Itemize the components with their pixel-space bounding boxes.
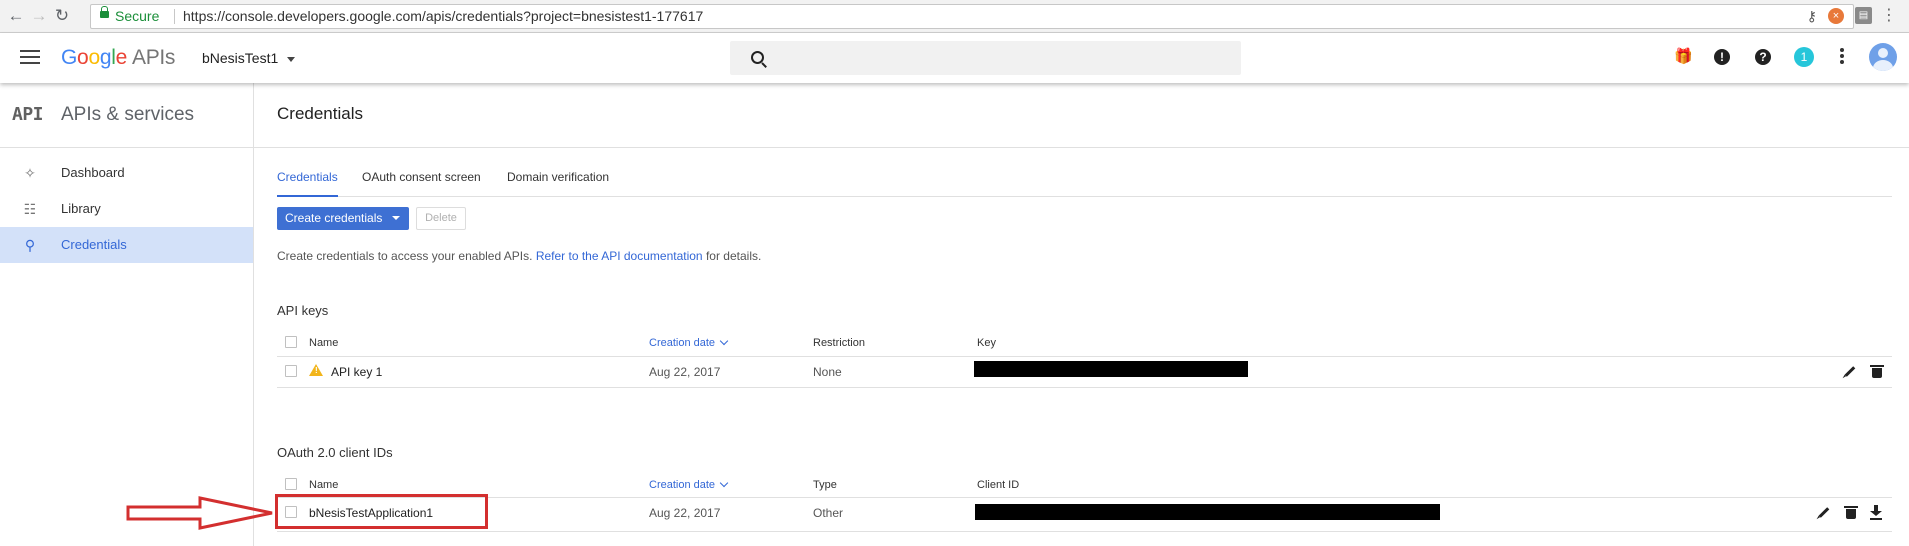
key-icon[interactable]: ⚷ xyxy=(1807,5,1817,28)
help-text-suffix: for details. xyxy=(705,249,762,263)
app-header: Google APIs bNesisTest1 🎁 ! ? 1 xyxy=(0,33,1909,83)
dashboard-icon: ✧ xyxy=(24,165,36,181)
browser-toolbar: ← → ↻ Secure https://console.developers.… xyxy=(0,0,1909,33)
divider xyxy=(277,356,1892,357)
tab-credentials[interactable]: Credentials xyxy=(277,170,338,197)
type-value: Other xyxy=(813,506,844,520)
search-input[interactable] xyxy=(730,41,1241,75)
url-text[interactable]: https://console.developers.google.com/ap… xyxy=(183,5,703,28)
library-icon: ☷ xyxy=(23,201,37,217)
divider xyxy=(277,497,1892,498)
tab-bar: Credentials OAuth consent screen Domain … xyxy=(277,170,1892,197)
logo-apis-text: APIs xyxy=(131,46,176,69)
creation-date: Aug 22, 2017 xyxy=(649,506,721,520)
column-header-creation-date[interactable]: Creation date xyxy=(649,336,729,349)
divider xyxy=(254,147,1909,148)
extension-icon[interactable]: ▤ xyxy=(1855,7,1872,24)
key-icon: ⚲ xyxy=(24,237,36,253)
oauth-client-ids-title: OAuth 2.0 client IDs xyxy=(277,445,393,460)
sidebar-item-label: Credentials xyxy=(61,237,127,252)
sidebar-item-label: Dashboard xyxy=(61,165,125,180)
warning-icon: ! xyxy=(309,364,323,376)
project-selector[interactable]: bNesisTest1 xyxy=(202,50,296,66)
tab-oauth-consent-screen[interactable]: OAuth consent screen xyxy=(362,170,481,195)
redacted-client-id xyxy=(975,504,1440,520)
sidebar: API APIs & services ✧ Dashboard ☷ Librar… xyxy=(0,83,254,546)
divider xyxy=(277,531,1892,532)
delete-icon[interactable] xyxy=(1844,506,1858,519)
sidebar-item-label: Library xyxy=(61,201,101,216)
sidebar-title: APIs & services xyxy=(61,104,195,125)
row-checkbox[interactable] xyxy=(285,365,297,377)
column-header-type: Type xyxy=(813,479,837,491)
chevron-down-icon xyxy=(392,216,400,220)
download-icon[interactable] xyxy=(1870,505,1882,519)
api-documentation-link[interactable]: Refer to the API documentation xyxy=(536,249,703,263)
column-header-name[interactable]: Name xyxy=(309,479,338,491)
browser-menu-icon[interactable]: ⋮ xyxy=(1880,6,1898,25)
download-icon-base xyxy=(1870,518,1882,520)
sidebar-item-dashboard[interactable]: ✧ Dashboard xyxy=(0,155,253,191)
creation-date: Aug 22, 2017 xyxy=(649,365,721,379)
delete-button[interactable]: Delete xyxy=(416,207,466,230)
select-all-checkbox[interactable] xyxy=(285,478,297,490)
google-apis-logo[interactable]: Google APIs xyxy=(61,46,175,70)
restriction-value: None xyxy=(813,365,842,379)
redacted-key xyxy=(974,361,1248,377)
sort-arrow-icon xyxy=(719,478,729,488)
secure-label: Secure xyxy=(115,8,160,24)
address-separator xyxy=(174,9,175,24)
menu-icon[interactable] xyxy=(20,50,40,64)
lock-icon xyxy=(100,6,109,18)
tab-domain-verification[interactable]: Domain verification xyxy=(507,170,609,195)
extension-icon[interactable]: × xyxy=(1828,8,1844,24)
help-text-prefix: Create credentials to access your enable… xyxy=(277,249,533,263)
api-keys-title: API keys xyxy=(277,303,329,318)
select-all-checkbox[interactable] xyxy=(285,336,297,348)
reload-icon[interactable]: ↻ xyxy=(52,6,72,26)
forward-icon[interactable]: → xyxy=(29,6,49,26)
annotation-highlight-box xyxy=(275,494,488,529)
help-text: Create credentials to access your enable… xyxy=(277,249,761,263)
gift-icon[interactable]: 🎁 xyxy=(1674,48,1693,66)
notifications-badge[interactable]: 1 xyxy=(1794,47,1814,67)
help-icon[interactable]: ? xyxy=(1754,48,1772,66)
create-credentials-label: Create credentials xyxy=(285,211,383,225)
api-icon: API xyxy=(12,104,44,125)
column-header-label: Creation date xyxy=(649,479,716,491)
project-name: bNesisTest1 xyxy=(202,50,279,66)
feedback-icon[interactable]: ! xyxy=(1713,48,1731,66)
column-header-name[interactable]: Name xyxy=(309,337,338,349)
address-bar[interactable]: Secure https://console.developers.google… xyxy=(90,4,1854,29)
search-icon xyxy=(751,51,764,64)
create-credentials-button[interactable]: Create credentials xyxy=(277,207,409,230)
back-icon[interactable]: ← xyxy=(6,6,26,26)
sidebar-item-library[interactable]: ☷ Library xyxy=(0,191,253,227)
divider xyxy=(277,387,1892,388)
sidebar-header: API APIs & services xyxy=(0,83,253,148)
page-title: Credentials xyxy=(277,104,363,123)
column-header-client-id: Client ID xyxy=(977,479,1020,491)
chevron-down-icon xyxy=(287,56,296,62)
sidebar-item-credentials[interactable]: ⚲ Credentials xyxy=(0,227,253,263)
column-header-restriction: Restriction xyxy=(813,337,865,349)
more-options-icon[interactable] xyxy=(1840,48,1844,66)
column-header-key: Key xyxy=(977,337,996,349)
delete-icon[interactable] xyxy=(1870,365,1884,378)
edit-icon[interactable] xyxy=(1818,507,1830,518)
avatar[interactable] xyxy=(1869,43,1897,71)
column-header-label: Creation date xyxy=(649,337,716,349)
api-key-name[interactable]: API key 1 xyxy=(331,365,382,379)
annotation-arrow xyxy=(126,496,273,530)
sort-arrow-icon xyxy=(719,336,729,346)
edit-icon[interactable] xyxy=(1844,366,1856,377)
column-header-creation-date[interactable]: Creation date xyxy=(649,478,729,491)
